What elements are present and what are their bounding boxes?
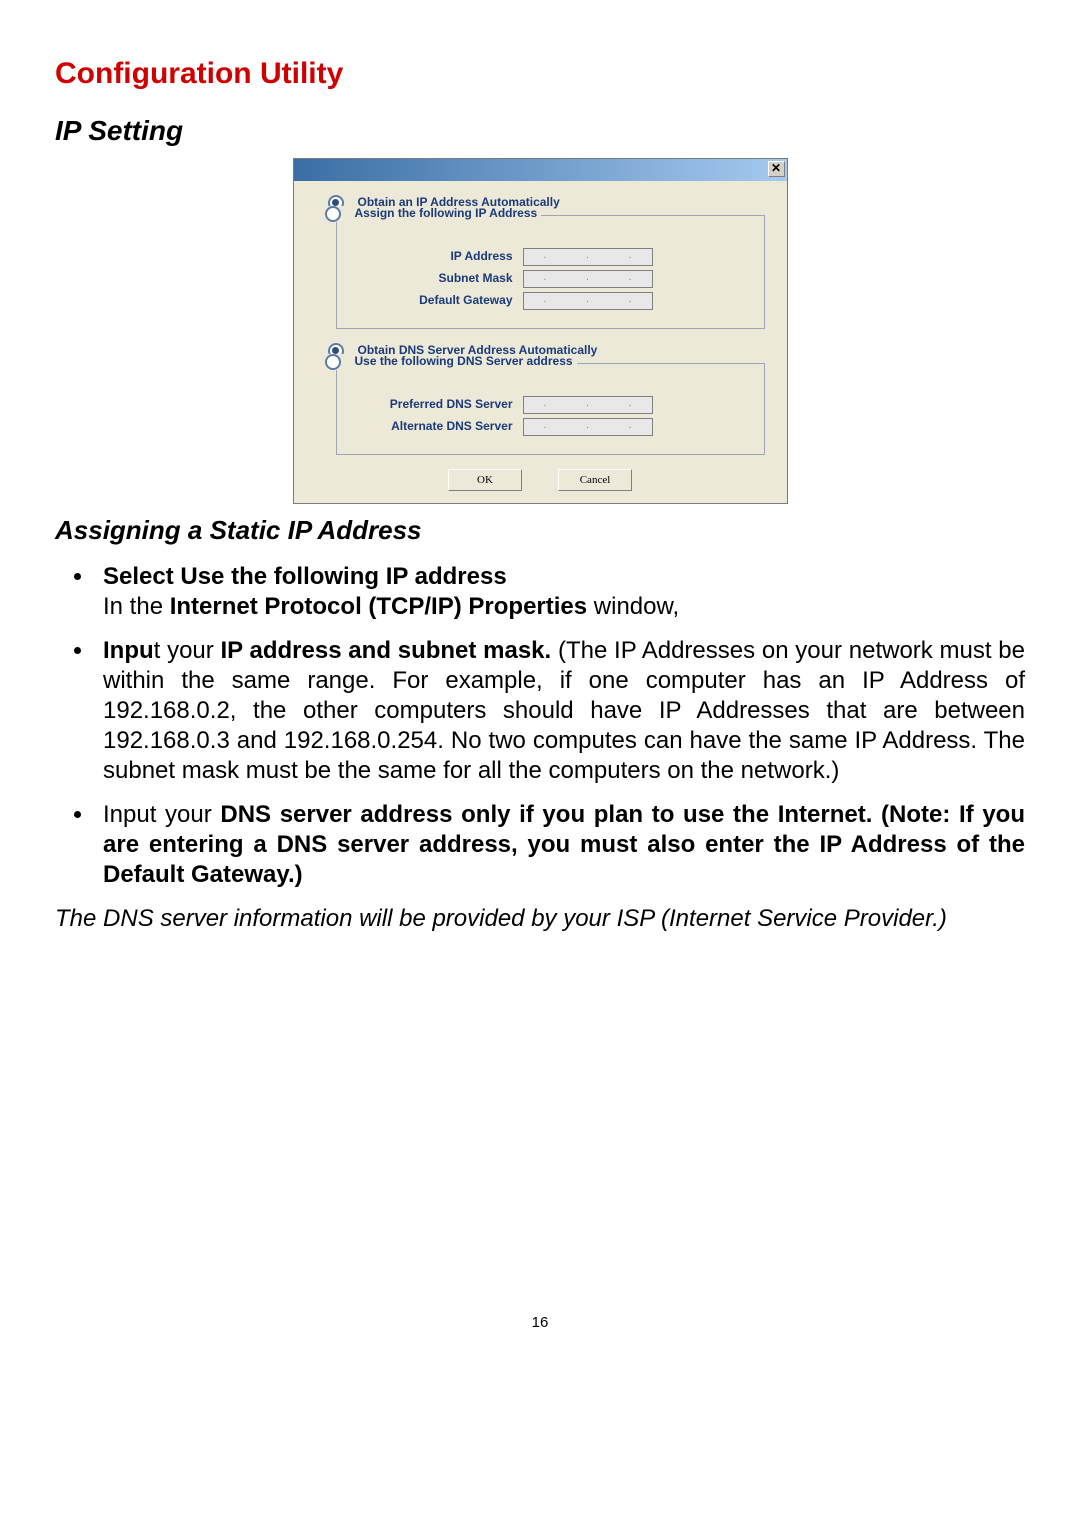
fieldset-dns-manual: Use the following DNS Server address Pre… <box>336 363 765 455</box>
gateway-input[interactable]: ... <box>523 292 653 310</box>
field-label: Preferred DNS Server <box>353 397 523 412</box>
cancel-button[interactable]: Cancel <box>558 469 632 491</box>
bullet-bold: Internet Protocol (TCP/IP) Properties <box>170 593 587 620</box>
bullet-text: Input your <box>103 801 220 828</box>
ip-address-input[interactable]: ... <box>523 248 653 266</box>
subnet-mask-input[interactable]: ... <box>523 270 653 288</box>
field-row-ip-address: IP Address ... <box>353 248 748 266</box>
instruction-list: Select Use the following IP address In t… <box>55 562 1025 890</box>
dialog-body: Obtain an IP Address Automatically Assig… <box>294 181 787 503</box>
radio-label: Assign the following IP Address <box>355 206 538 221</box>
fieldset-ip-manual: Assign the following IP Address IP Addre… <box>336 215 765 329</box>
dialog-container: ✕ Obtain an IP Address Automatically Ass… <box>55 158 1025 504</box>
dialog-titlebar: ✕ <box>294 159 787 181</box>
subheading-assigning: Assigning a Static IP Address <box>55 514 1025 547</box>
list-item: Select Use the following IP address In t… <box>95 562 1025 622</box>
subsection-heading: IP Setting <box>55 113 1025 148</box>
preferred-dns-input[interactable]: ... <box>523 396 653 414</box>
field-label: IP Address <box>353 249 523 264</box>
list-item: Input your DNS server address only if yo… <box>95 800 1025 890</box>
section-heading: Configuration Utility <box>55 55 1025 93</box>
list-item: Input your IP address and subnet mask. (… <box>95 636 1025 786</box>
footer-note: The DNS server information will be provi… <box>55 904 1025 934</box>
bullet-text: window, <box>587 593 679 620</box>
alternate-dns-input[interactable]: ... <box>523 418 653 436</box>
field-row-subnet: Subnet Mask ... <box>353 270 748 288</box>
ip-setting-dialog: ✕ Obtain an IP Address Automatically Ass… <box>293 158 788 504</box>
field-label: Subnet Mask <box>353 271 523 286</box>
field-label: Alternate DNS Server <box>353 419 523 434</box>
field-label: Default Gateway <box>353 293 523 308</box>
field-row-pref-dns: Preferred DNS Server ... <box>353 396 748 414</box>
field-row-gateway: Default Gateway ... <box>353 292 748 310</box>
bullet-bold: Select Use the following IP address <box>103 563 507 590</box>
field-row-alt-dns: Alternate DNS Server ... <box>353 418 748 436</box>
radio-row-dns-manual[interactable]: Use the following DNS Server address <box>325 354 577 370</box>
radio-icon[interactable] <box>325 354 341 370</box>
close-icon[interactable]: ✕ <box>768 161 785 177</box>
bullet-bold: Inpu <box>103 637 154 664</box>
bullet-bold: DNS server address only if you plan to u… <box>103 801 1025 888</box>
radio-label: Use the following DNS Server address <box>355 354 573 369</box>
radio-row-ip-manual[interactable]: Assign the following IP Address <box>325 206 542 222</box>
radio-icon[interactable] <box>325 206 341 222</box>
ok-button[interactable]: OK <box>448 469 522 491</box>
bullet-text: t your <box>154 637 221 664</box>
dialog-button-row: OK Cancel <box>312 469 769 491</box>
page-number: 16 <box>55 1314 1025 1333</box>
bullet-bold: IP address and subnet mask. <box>221 637 552 664</box>
bullet-text: In the <box>103 593 170 620</box>
